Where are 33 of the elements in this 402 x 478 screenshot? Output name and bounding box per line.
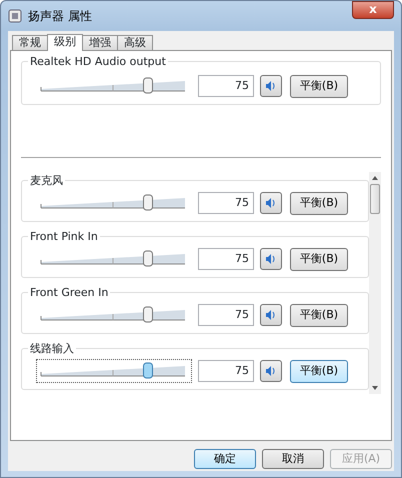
- mute-button[interactable]: [260, 192, 282, 214]
- volume-field[interactable]: 75: [198, 304, 254, 326]
- scroll-up-icon[interactable]: [372, 176, 378, 180]
- channel-label: Realtek HD Audio output: [28, 54, 168, 70]
- dialog-button[interactable]: 确定: [194, 449, 256, 469]
- mute-button[interactable]: [260, 248, 282, 270]
- balance-button[interactable]: 平衡(B): [290, 248, 348, 270]
- slider-thumb[interactable]: [143, 362, 153, 378]
- window-title: 扬声器 属性: [28, 8, 92, 25]
- balance-button[interactable]: 平衡(B): [290, 304, 348, 326]
- volume-field[interactable]: 75: [198, 192, 254, 214]
- slider-thumb[interactable]: [143, 194, 153, 210]
- dialog-button[interactable]: 取消: [262, 449, 324, 469]
- balance-button[interactable]: 平衡(B): [290, 192, 348, 214]
- balance-button[interactable]: 平衡(B): [290, 360, 348, 382]
- slider-thumb[interactable]: [143, 250, 153, 266]
- scrollbar[interactable]: [369, 172, 381, 394]
- mute-button[interactable]: [260, 304, 282, 326]
- volume-slider[interactable]: [36, 359, 192, 383]
- tab[interactable]: 高级: [117, 35, 153, 50]
- scroll-down-icon[interactable]: [372, 386, 378, 390]
- slider-thumb[interactable]: [143, 78, 153, 94]
- tab[interactable]: 级别: [47, 34, 83, 51]
- volume-field[interactable]: 75: [198, 360, 254, 382]
- mute-button[interactable]: [260, 360, 282, 382]
- volume-field[interactable]: 75: [198, 75, 254, 97]
- slider-thumb[interactable]: [143, 306, 153, 322]
- scrollbar-thumb[interactable]: [370, 184, 380, 214]
- balance-button[interactable]: 平衡(B): [290, 74, 348, 98]
- tab[interactable]: 增强: [82, 35, 118, 50]
- tab[interactable]: 常规: [12, 35, 48, 50]
- volume-field[interactable]: 75: [198, 248, 254, 270]
- mute-button[interactable]: [260, 75, 282, 97]
